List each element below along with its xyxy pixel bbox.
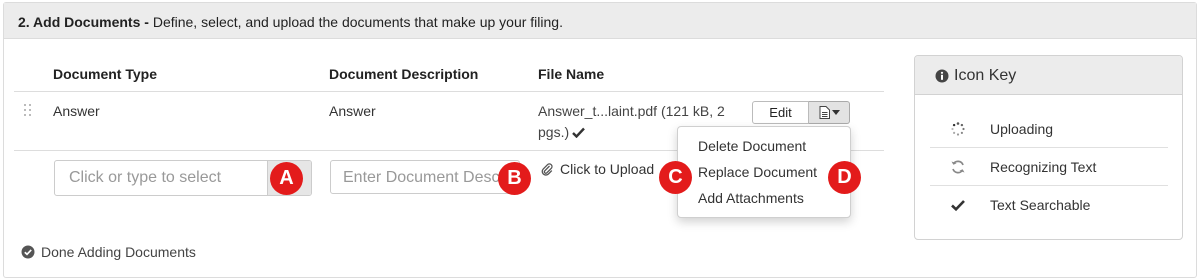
icon-key-row: Text Searchable (930, 186, 1168, 224)
icon-key-header: Icon Key (915, 56, 1182, 95)
row-file-pages: pgs.) (538, 124, 570, 140)
upload-label: Click to Upload (560, 161, 655, 177)
icon-key-row: Recognizing Text (930, 148, 1168, 186)
section-header: 2. Add Documents - Define, select, and u… (4, 3, 1196, 39)
column-header-document-description: Document Description (329, 66, 479, 82)
menu-item-add-attachments[interactable]: Add Attachments (678, 185, 850, 211)
section-title: 2. Add Documents - (18, 14, 149, 30)
row-divider (14, 150, 678, 151)
edit-button[interactable]: Edit (752, 101, 809, 124)
column-header-file-name: File Name (538, 66, 605, 82)
row-file-name-continued: pgs.) (538, 124, 586, 140)
document-menu-button[interactable] (809, 101, 850, 124)
document-icon (819, 106, 830, 119)
check-circle-icon (21, 245, 35, 259)
icon-key-label: Recognizing Text (990, 159, 1097, 175)
row-document-type: Answer (53, 103, 100, 119)
spinner-icon (951, 122, 965, 136)
document-actions-menu: Delete Document Replace Document Add Att… (677, 126, 851, 218)
icon-key-title: Icon Key (954, 67, 1017, 84)
row-action-buttons: Edit (752, 101, 850, 124)
icon-key-panel: Icon Key Uploading Recognizing Text Text… (914, 55, 1183, 240)
section-description: Define, select, and upload the documents… (148, 14, 563, 30)
document-description-input[interactable] (331, 161, 519, 193)
document-description-field[interactable] (330, 160, 520, 194)
menu-item-replace-document[interactable]: Replace Document (678, 159, 850, 185)
header-divider (14, 91, 884, 92)
drag-handle-icon[interactable] (24, 104, 34, 118)
done-adding-documents-label: Done Adding Documents (41, 244, 196, 260)
document-type-input[interactable] (55, 161, 267, 195)
callout-badge-d: D (828, 161, 861, 194)
icon-key-row: Uploading (930, 110, 1168, 148)
callout-badge-b: B (498, 162, 531, 195)
row-divider-end (850, 150, 884, 151)
chevron-down-icon (831, 110, 840, 115)
icon-key-label: Text Searchable (990, 197, 1091, 213)
callout-badge-a: A (270, 162, 303, 195)
row-file-name: Answer_t...laint.pdf (121 kB, 2 (538, 103, 725, 119)
icon-key-label: Uploading (990, 121, 1054, 137)
done-adding-documents-button[interactable]: Done Adding Documents (21, 244, 196, 260)
column-header-document-type: Document Type (53, 66, 157, 82)
refresh-icon (951, 160, 965, 174)
paperclip-icon (541, 163, 553, 176)
menu-item-delete-document[interactable]: Delete Document (678, 133, 850, 159)
callout-badge-c: C (659, 161, 692, 194)
checkmark-icon (951, 200, 965, 212)
info-icon (935, 69, 949, 83)
row-document-description: Answer (329, 103, 376, 119)
text-searchable-checkmark-icon (572, 127, 586, 139)
upload-link[interactable]: Click to Upload (541, 161, 654, 177)
